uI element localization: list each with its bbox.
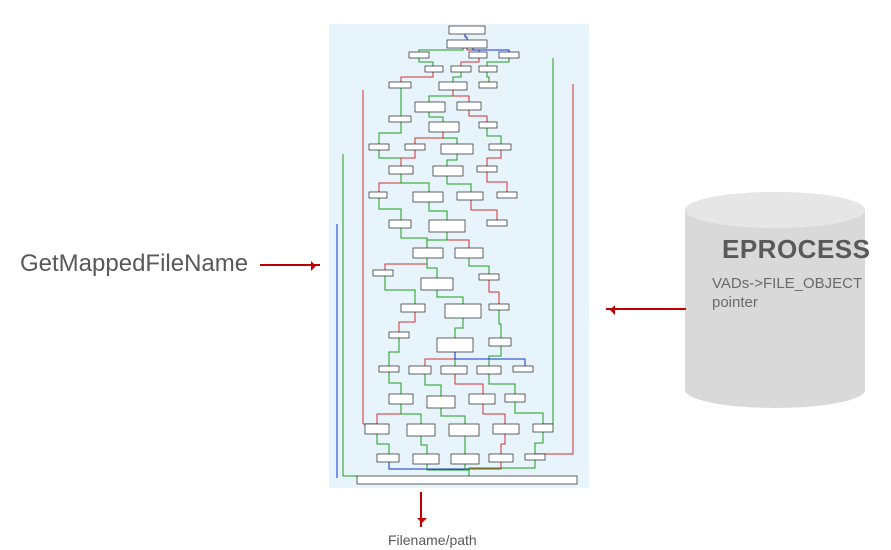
eprocess-title: EPROCESS xyxy=(722,234,871,265)
eprocess-sub: VADs->FILE_OBJECT pointer xyxy=(712,275,862,313)
arrow-from-eprocess xyxy=(606,308,686,310)
arrow-to-filename xyxy=(420,492,422,527)
arrow-from-getmappedfilename xyxy=(260,264,320,266)
filename-path-label: Filename/path xyxy=(388,532,477,548)
getmappedfilename-label: GetMappedFileName xyxy=(20,250,248,278)
eprocess-sub-line2: pointer xyxy=(712,294,758,311)
eprocess-sub-line1: VADs->FILE_OBJECT xyxy=(712,275,862,292)
